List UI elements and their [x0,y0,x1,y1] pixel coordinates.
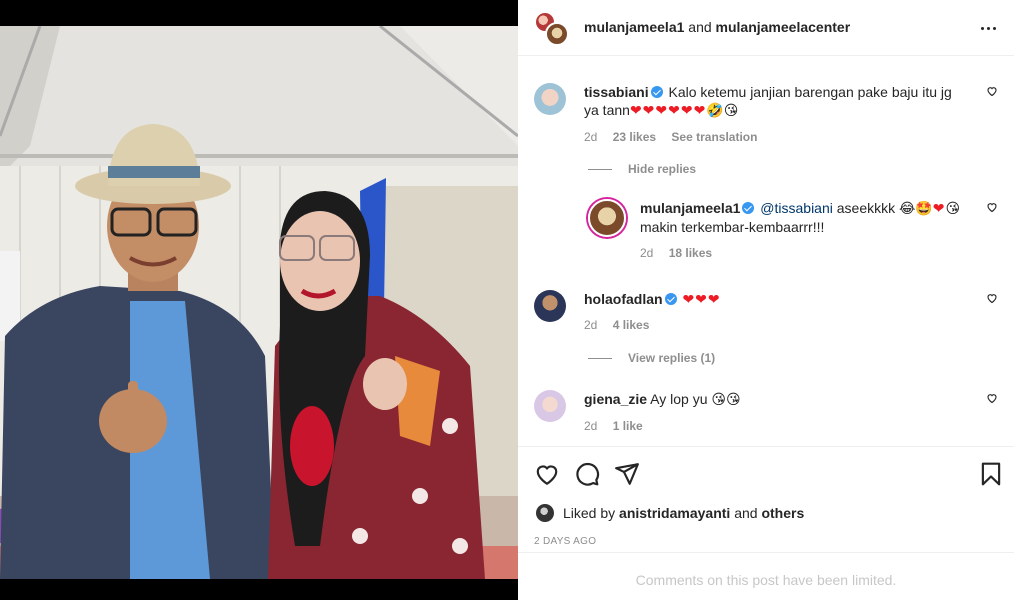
comment-username[interactable]: holaofadlan [584,291,663,307]
see-translation-link[interactable]: See translation [671,130,757,144]
avatar[interactable] [534,83,566,115]
likes-prefix: Liked by [563,505,616,521]
comment-body: giena_zie Ay lop yu 😘😘 2d 1 like [584,390,970,435]
comment-username[interactable]: tissabiani [584,84,649,100]
bookmark-icon[interactable] [978,461,1004,487]
comment-meta: 2d 1 like [584,417,970,435]
avatar[interactable] [545,22,569,46]
post-authors: mulanjameela1 and mulanjameelacenter [584,19,850,35]
comment-username[interactable]: mulanjameela1 [640,200,740,216]
like-comment-icon[interactable] [986,392,998,404]
mention-link[interactable]: @tissabiani [760,200,833,216]
comment-time[interactable]: 2d [640,246,653,260]
verified-icon [664,293,677,305]
comments-limited-notice: Comments on this post have been limited. [518,552,1014,600]
comment-text: Ay lop yu [650,391,708,407]
comment-emoji: 😘 [945,201,961,217]
avatar[interactable] [534,390,566,422]
comment-text: makin terkembar-kembaarrr!!! [640,219,825,235]
post-media [0,0,518,600]
comment-likes[interactable]: 23 likes [613,130,656,144]
author-link[interactable]: mulanjameelacenter [716,19,851,35]
comment-likes[interactable]: 1 like [613,419,643,433]
comment-body: holaofadlan ❤❤❤ 2d 4 likes [584,290,970,334]
comment-meta: 2d 18 likes [640,244,974,262]
comment-time[interactable]: 2d [584,318,597,332]
avatar[interactable] [588,199,626,237]
avatar[interactable] [536,504,554,522]
author-joiner: and [688,19,712,35]
action-bar [518,446,1014,500]
like-comment-icon[interactable] [986,201,998,213]
view-replies-button[interactable]: View replies (1) [588,351,715,365]
comment-emoji: 🤣😘 [706,103,739,119]
comment-likes[interactable]: 4 likes [613,318,650,332]
likes-joiner: and [734,505,758,521]
comment-emoji: 😂🤩 [899,201,933,217]
avatar[interactable] [534,290,566,322]
hide-replies-button[interactable]: Hide replies [588,162,696,176]
like-comment-icon[interactable] [986,85,998,97]
comment-meta: 2d 23 likes See translation [584,128,970,146]
comment-icon[interactable] [574,461,600,487]
liker-link[interactable]: anistridamayanti [619,505,730,521]
comment-hearts: ❤❤❤ [682,291,721,307]
post-photo[interactable] [0,26,518,579]
collab-avatars[interactable] [534,11,570,47]
others-link[interactable]: others [761,505,804,521]
comment-text: aseekkkk [836,200,896,216]
comment-time[interactable]: 2d [584,419,597,433]
post-header: mulanjameela1 and mulanjameelacenter [518,0,1014,56]
like-comment-icon[interactable] [986,292,998,304]
comment-body: tissabiani Kalo ketemu janjian barengan … [584,83,970,146]
comment-body: mulanjameela1 @tissabiani aseekkkk 😂🤩❤😘 … [640,199,974,262]
comments-list[interactable]: tissabiani Kalo ketemu janjian barengan … [518,57,1014,446]
verified-icon [650,86,663,98]
post-date[interactable]: 2 DAYS AGO [534,536,596,547]
more-icon[interactable] [978,18,998,38]
likes-summary: Liked by anistridamayanti and others [536,504,804,522]
comment-hearts: ❤ [932,200,946,216]
share-icon[interactable] [614,461,640,487]
comment-emoji: 😘😘 [711,392,741,408]
author-link[interactable]: mulanjameela1 [584,19,684,35]
likes-text: Liked by anistridamayanti and others [563,505,804,521]
heart-icon[interactable] [534,461,560,487]
comment-time[interactable]: 2d [584,130,597,144]
comment-likes[interactable]: 18 likes [669,246,712,260]
verified-icon [742,202,755,214]
post-panel: mulanjameela1 and mulanjameelacenter tis… [518,0,1014,600]
comment-username[interactable]: giena_zie [584,391,647,407]
comment-hearts: ❤❤❤❤❤❤ [629,102,707,118]
comment-meta: 2d 4 likes [584,316,970,334]
